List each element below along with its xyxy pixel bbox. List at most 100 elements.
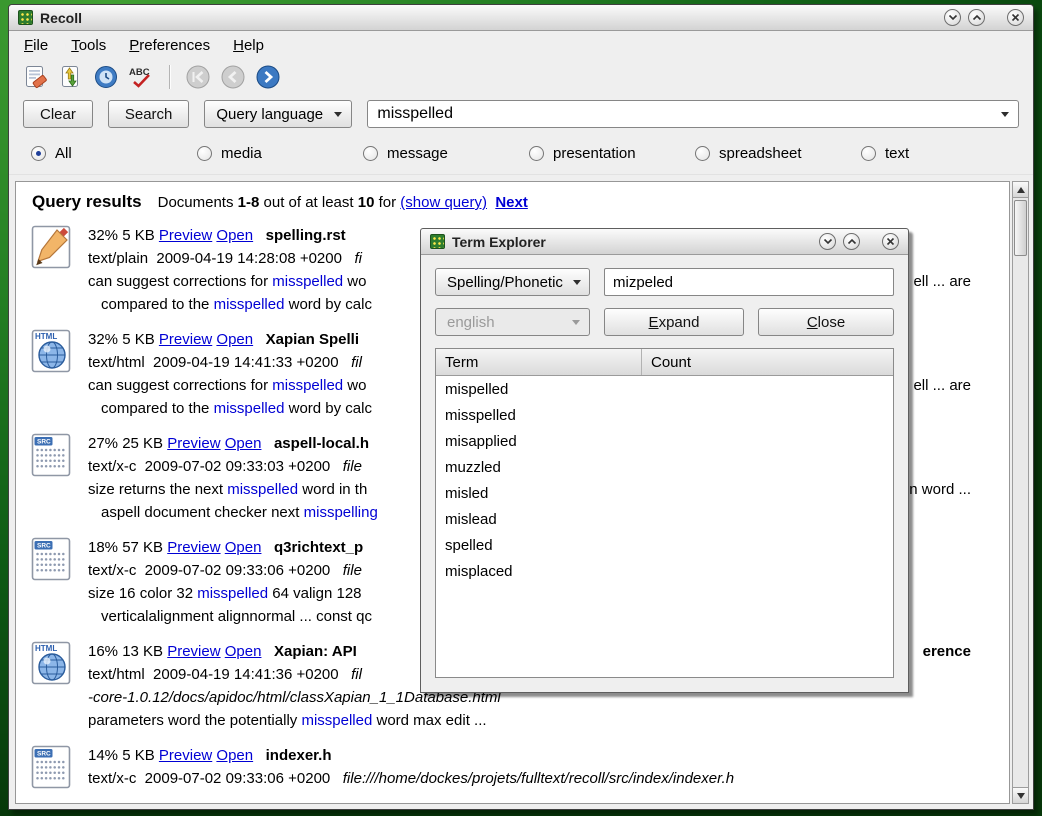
chevron-up-button[interactable]: [843, 233, 860, 250]
search-bar: Clear Search Query language misspelled: [9, 95, 1033, 133]
arrow-down-icon: [1017, 793, 1025, 799]
scroll-down-button[interactable]: [1013, 787, 1028, 803]
term-row[interactable]: misled: [436, 480, 893, 506]
open-link[interactable]: Open: [216, 744, 253, 767]
preview-link[interactable]: Preview: [159, 744, 212, 767]
preview-link[interactable]: Preview: [167, 640, 220, 663]
result-title: spelling.rst: [266, 224, 346, 247]
filter-message[interactable]: message: [363, 145, 529, 162]
highlighted-term: misspelling: [304, 501, 378, 524]
update-index-icon[interactable]: [57, 63, 85, 91]
radio-icon: [695, 146, 710, 161]
scrollbar-track[interactable]: [1013, 198, 1028, 787]
open-link[interactable]: Open: [225, 640, 262, 663]
term-row[interactable]: misapplied: [436, 428, 893, 454]
preview-link[interactable]: Preview: [167, 432, 220, 455]
term-row[interactable]: muzzled: [436, 454, 893, 480]
recoll-app-icon: [430, 234, 445, 249]
source-file-icon: SRC: [28, 744, 74, 790]
filter-spreadsheet[interactable]: spreadsheet: [695, 145, 861, 162]
scrollbar-thumb[interactable]: [1014, 200, 1027, 256]
spellcheck-icon[interactable]: ABC: [127, 63, 155, 91]
chevron-down-icon: [1001, 112, 1009, 117]
filter-text[interactable]: text: [861, 145, 1027, 162]
close-dialog-button[interactable]: [882, 233, 899, 250]
chevron-down-icon: [572, 320, 580, 325]
html-file-icon: HTML: [28, 640, 74, 686]
close-window-button[interactable]: [1007, 9, 1024, 26]
scroll-up-button[interactable]: [1013, 182, 1028, 198]
highlighted-term: misspelled: [301, 709, 372, 732]
svg-text:HTML: HTML: [35, 644, 57, 653]
result-snippet: parameters word the potentially misspell…: [88, 709, 995, 732]
column-count[interactable]: Count: [641, 349, 893, 375]
term-input-value: mizpeled: [613, 274, 673, 291]
radio-icon: [861, 146, 876, 161]
chevron-down-button[interactable]: [944, 9, 961, 26]
svg-text:SRC: SRC: [37, 543, 51, 550]
next-page-icon[interactable]: [254, 63, 282, 91]
recoll-app-icon: [18, 10, 33, 25]
result-row: SRC14% 5 KB Preview Open indexer.htext/x…: [26, 744, 997, 790]
clear-search-icon[interactable]: [22, 63, 50, 91]
link-show-query[interactable]: (show query): [400, 194, 487, 211]
term-table-header[interactable]: Term Count: [436, 349, 893, 376]
chevron-down-button[interactable]: [819, 233, 836, 250]
open-link[interactable]: Open: [216, 224, 253, 247]
open-link[interactable]: Open: [225, 536, 262, 559]
first-page-icon: [184, 63, 212, 91]
highlighted-term: misspelled: [214, 293, 285, 316]
highlighted-term: misspelled: [272, 270, 343, 293]
title-bar[interactable]: Recoll: [9, 5, 1033, 31]
term-row[interactable]: misspelled: [436, 402, 893, 428]
arrow-up-icon: [1017, 187, 1025, 193]
term-row[interactable]: mispelled: [436, 376, 893, 402]
term-row[interactable]: misplaced: [436, 558, 893, 584]
results-summary: Documents 1-8 out of at least 10 for (sh…: [158, 194, 528, 211]
toolbar: ABC: [9, 59, 1033, 95]
radio-icon: [31, 146, 46, 161]
chevron-down-icon: [573, 280, 581, 285]
term-table-body: mispelledmisspelledmisappliedmuzzledmisl…: [436, 376, 893, 584]
query-history-icon[interactable]: [92, 63, 120, 91]
close-button[interactable]: Close: [758, 308, 894, 336]
column-term[interactable]: Term: [436, 354, 641, 371]
expansion-mode-select[interactable]: Spelling/Phonetic: [435, 268, 590, 296]
results-scrollbar[interactable]: [1012, 181, 1029, 804]
filter-media[interactable]: media: [197, 145, 363, 162]
result-title: indexer.h: [266, 744, 332, 767]
clear-button[interactable]: Clear: [23, 100, 93, 128]
menu-help[interactable]: Help: [233, 37, 264, 54]
html-file-icon: HTML: [28, 328, 74, 374]
source-file-icon: SRC: [28, 432, 74, 478]
dialog-title: Term Explorer: [452, 234, 546, 250]
filter-all[interactable]: All: [31, 145, 197, 162]
term-row[interactable]: mislead: [436, 506, 893, 532]
menu-tools[interactable]: Tools: [71, 37, 106, 54]
link-next[interactable]: Next: [495, 194, 528, 211]
preview-link[interactable]: Preview: [167, 536, 220, 559]
result-meta: text/x-c 2009-07-02 09:33:06 +0200 file:…: [88, 767, 995, 790]
source-file-icon: SRC: [28, 536, 74, 582]
preview-link[interactable]: Preview: [159, 224, 212, 247]
menu-preferences[interactable]: Preferences: [129, 37, 210, 54]
results-header: Query results Documents 1-8 out of at le…: [26, 188, 997, 224]
query-language-select[interactable]: Query language: [204, 100, 352, 128]
open-link[interactable]: Open: [216, 328, 253, 351]
result-title: Xapian: API: [274, 640, 361, 663]
search-button[interactable]: Search: [108, 100, 190, 128]
term-input[interactable]: mizpeled: [604, 268, 894, 296]
term-table[interactable]: Term Count mispelledmisspelledmisapplied…: [435, 348, 894, 678]
preview-link[interactable]: Preview: [159, 328, 212, 351]
expand-button[interactable]: Expand: [604, 308, 744, 336]
menu-file[interactable]: File: [24, 37, 48, 54]
filter-presentation[interactable]: presentation: [529, 145, 695, 162]
term-row[interactable]: spelled: [436, 532, 893, 558]
highlighted-term: misspelled: [197, 582, 268, 605]
chevron-up-button[interactable]: [968, 9, 985, 26]
results-title: Query results: [32, 192, 142, 212]
dialog-title-bar[interactable]: Term Explorer: [421, 229, 908, 255]
search-input[interactable]: misspelled: [367, 100, 1019, 128]
snippet-fragment: ell ... are: [913, 374, 971, 397]
open-link[interactable]: Open: [225, 432, 262, 455]
